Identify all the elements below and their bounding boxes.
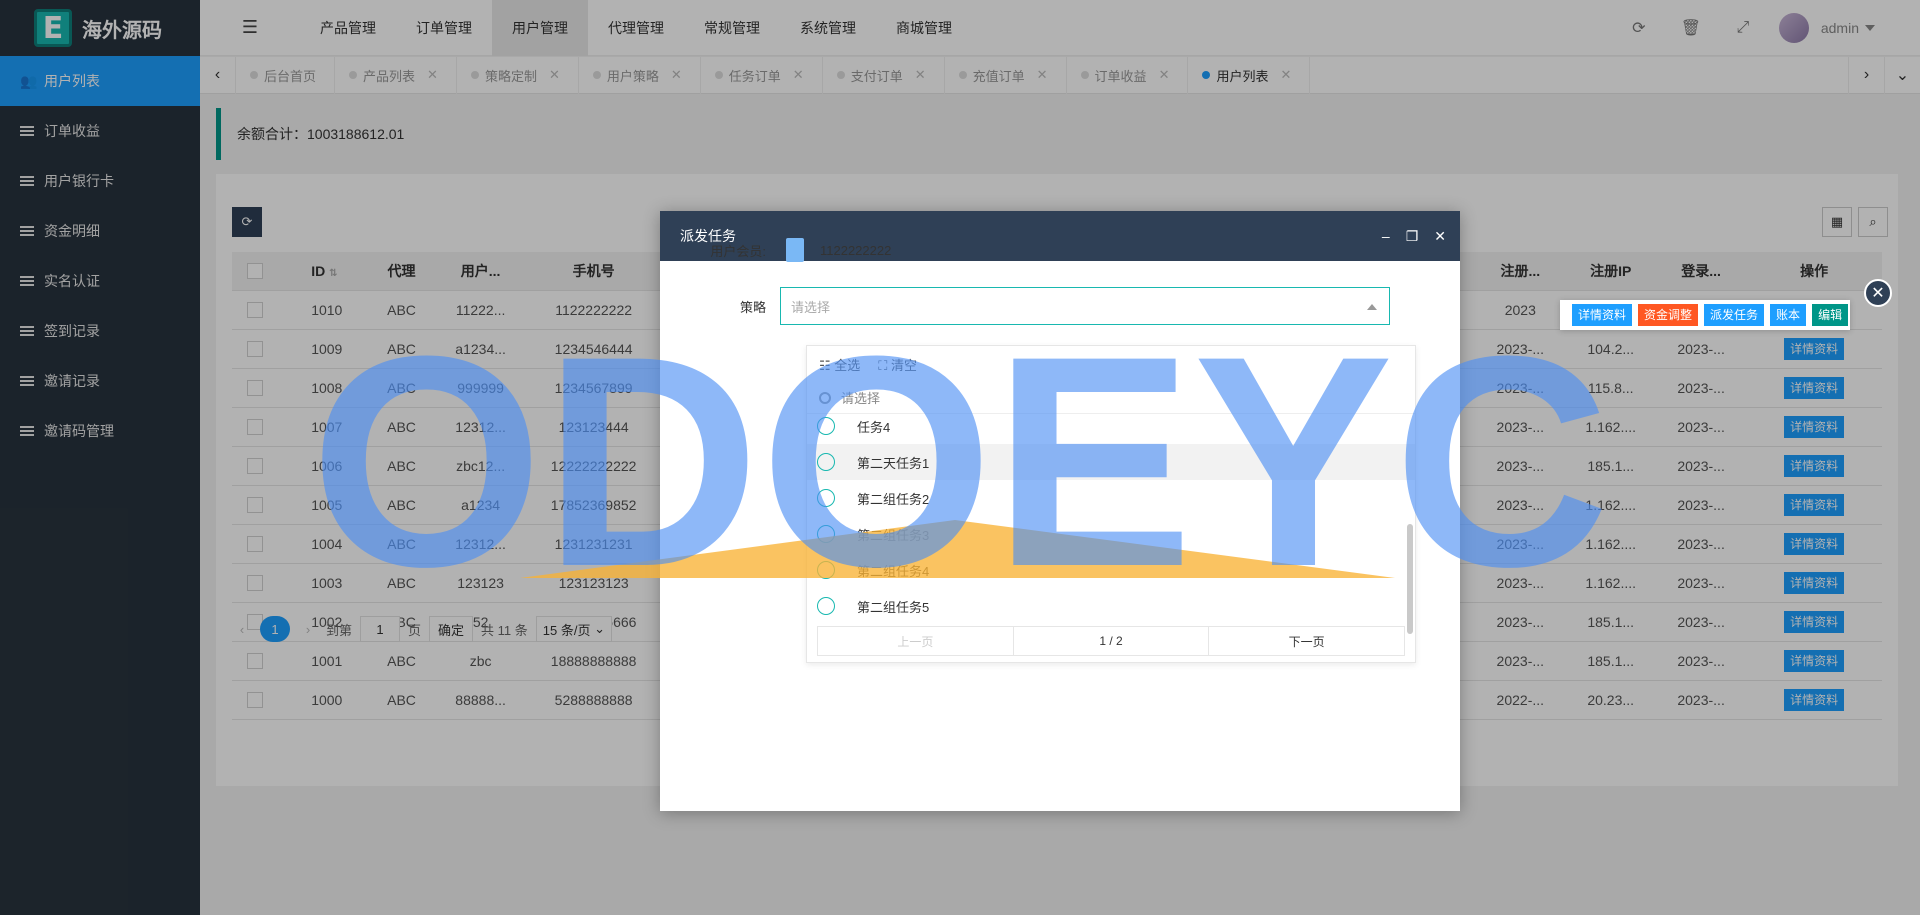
radio-icon[interactable] bbox=[817, 597, 835, 615]
strategy-label: 策略 bbox=[739, 299, 766, 315]
dropdown-option-label: 第二天任务1 bbox=[857, 455, 930, 471]
dropdown-option[interactable]: 第二天任务1 bbox=[807, 444, 1415, 480]
member-row: 用户会员: 1122222222 bbox=[660, 235, 891, 265]
dropdown-next-page-button[interactable]: 下一页 bbox=[1209, 627, 1404, 655]
detail-button[interactable]: 详情资料 bbox=[1572, 304, 1633, 326]
strategy-row: 策略 请选择 bbox=[660, 287, 1390, 325]
dropdown-option-label: 第二组任务4 bbox=[857, 563, 930, 579]
dropdown-option[interactable]: 第二组任务4 bbox=[807, 552, 1415, 588]
dropdown-options: 任务4 第二天任务1 第二组任务2 第二组任务3 第二组任务4 第二组任务5 bbox=[807, 408, 1415, 624]
row-actions-popup: 详情资料 资金调整 派发任务 账本 编辑 bbox=[1560, 300, 1850, 330]
select-all-label: 全选 bbox=[834, 357, 861, 373]
clear-button[interactable]: ⛶ 清空 bbox=[878, 355, 917, 374]
select-all-button[interactable]: ☷ 全选 bbox=[819, 355, 860, 374]
dropdown-toolbar: ☷ 全选 ⛶ 清空 bbox=[807, 346, 1415, 382]
radio-icon[interactable] bbox=[817, 561, 835, 579]
file-icon bbox=[786, 238, 804, 262]
strategy-dropdown: ☷ 全选 ⛶ 清空 请选择 任务4 第二天任务1 第二组任务2 第二组任务3 第二组任务… bbox=[806, 345, 1416, 663]
strategy-placeholder: 请选择 bbox=[791, 299, 831, 315]
edit-button[interactable]: 编辑 bbox=[1812, 304, 1849, 326]
clear-label: 清空 bbox=[891, 357, 918, 373]
dropdown-option[interactable]: 第二组任务3 bbox=[807, 516, 1415, 552]
radio-icon[interactable] bbox=[817, 489, 835, 507]
member-label: 用户会员: bbox=[710, 243, 766, 259]
chevron-up-icon bbox=[1367, 304, 1377, 310]
close-icon[interactable]: ✕ bbox=[1434, 228, 1446, 245]
dispatch-task-button[interactable]: 派发任务 bbox=[1704, 304, 1765, 326]
close-icon[interactable]: ✕ bbox=[1864, 279, 1892, 307]
dropdown-search-placeholder: 请选择 bbox=[841, 391, 881, 406]
dropdown-option-label: 第二组任务5 bbox=[857, 599, 930, 615]
radio-icon[interactable] bbox=[817, 417, 835, 435]
dropdown-prev-page-button[interactable]: 上一页 bbox=[818, 627, 1014, 655]
dropdown-page-indicator: 1 / 2 bbox=[1014, 627, 1210, 655]
dropdown-option-label: 第二组任务3 bbox=[857, 527, 930, 543]
dropdown-pager: 上一页 1 / 2 下一页 bbox=[817, 626, 1405, 656]
dropdown-option-label: 第二组任务2 bbox=[857, 491, 930, 507]
radio-icon[interactable] bbox=[817, 525, 835, 543]
clear-icon: ⛶ bbox=[878, 357, 888, 373]
dropdown-option[interactable]: 任务4 bbox=[807, 408, 1415, 444]
dropdown-scrollbar[interactable] bbox=[1407, 524, 1413, 634]
ledger-button[interactable]: 账本 bbox=[1770, 304, 1807, 326]
dropdown-option-label: 任务4 bbox=[857, 419, 891, 435]
minimize-icon[interactable]: – bbox=[1382, 228, 1390, 245]
dropdown-option[interactable]: 第二组任务5 bbox=[807, 588, 1415, 624]
radio-icon[interactable] bbox=[817, 453, 835, 471]
strategy-select[interactable]: 请选择 bbox=[780, 287, 1390, 325]
fund-adjust-button[interactable]: 资金调整 bbox=[1638, 304, 1699, 326]
member-value: 1122222222 bbox=[820, 242, 892, 258]
maximize-icon[interactable]: ❐ bbox=[1406, 228, 1419, 245]
list-icon: ☷ bbox=[819, 357, 831, 373]
search-icon bbox=[819, 391, 831, 404]
dispatch-task-dialog: 派发任务 – ❐ ✕ 用户会员: 1122222222 策略 请选择 ☷ 全选 … bbox=[660, 211, 1460, 811]
dropdown-option[interactable]: 第二组任务2 bbox=[807, 480, 1415, 516]
